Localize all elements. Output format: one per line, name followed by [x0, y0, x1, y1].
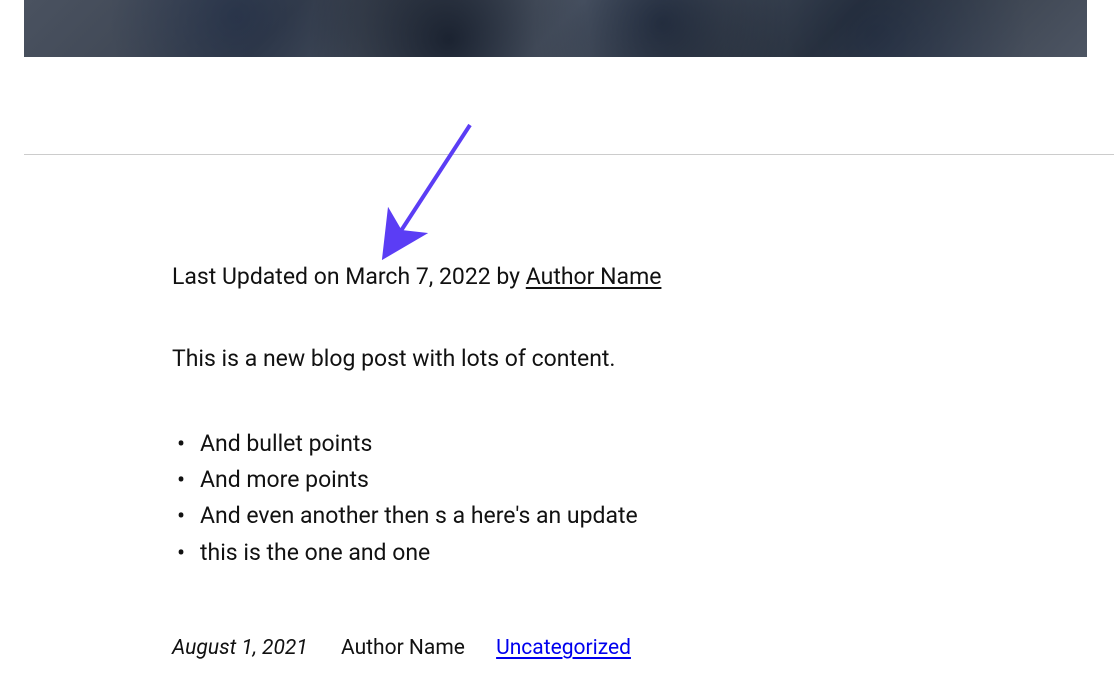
last-updated-line: Last Updated on March 7, 2022 by Author … [172, 262, 952, 292]
last-updated-prefix: Last Updated on [172, 263, 345, 290]
post-content: Last Updated on March 7, 2022 by Author … [172, 262, 952, 571]
annotation-arrow-icon [375, 115, 495, 265]
hero-image [24, 0, 1087, 57]
post-meta: August 1, 2021 Author Name Uncategorized [172, 636, 631, 660]
post-intro: This is a new blog post with lots of con… [172, 344, 952, 374]
last-updated-by: by [491, 263, 526, 290]
category-link[interactable]: Uncategorized [496, 636, 631, 660]
author-link[interactable]: Author Name [526, 263, 662, 290]
list-item: And more points [172, 462, 952, 498]
last-updated-date: March 7, 2022 [345, 263, 490, 290]
post-bullets: And bullet points And more points And ev… [172, 426, 952, 571]
post-author: Author Name [341, 636, 465, 660]
post-date: August 1, 2021 [172, 636, 308, 660]
list-item: And bullet points [172, 426, 952, 462]
divider [24, 154, 1114, 155]
list-item: And even another then s a here's an upda… [172, 498, 952, 534]
list-item: this is the one and one [172, 535, 952, 571]
